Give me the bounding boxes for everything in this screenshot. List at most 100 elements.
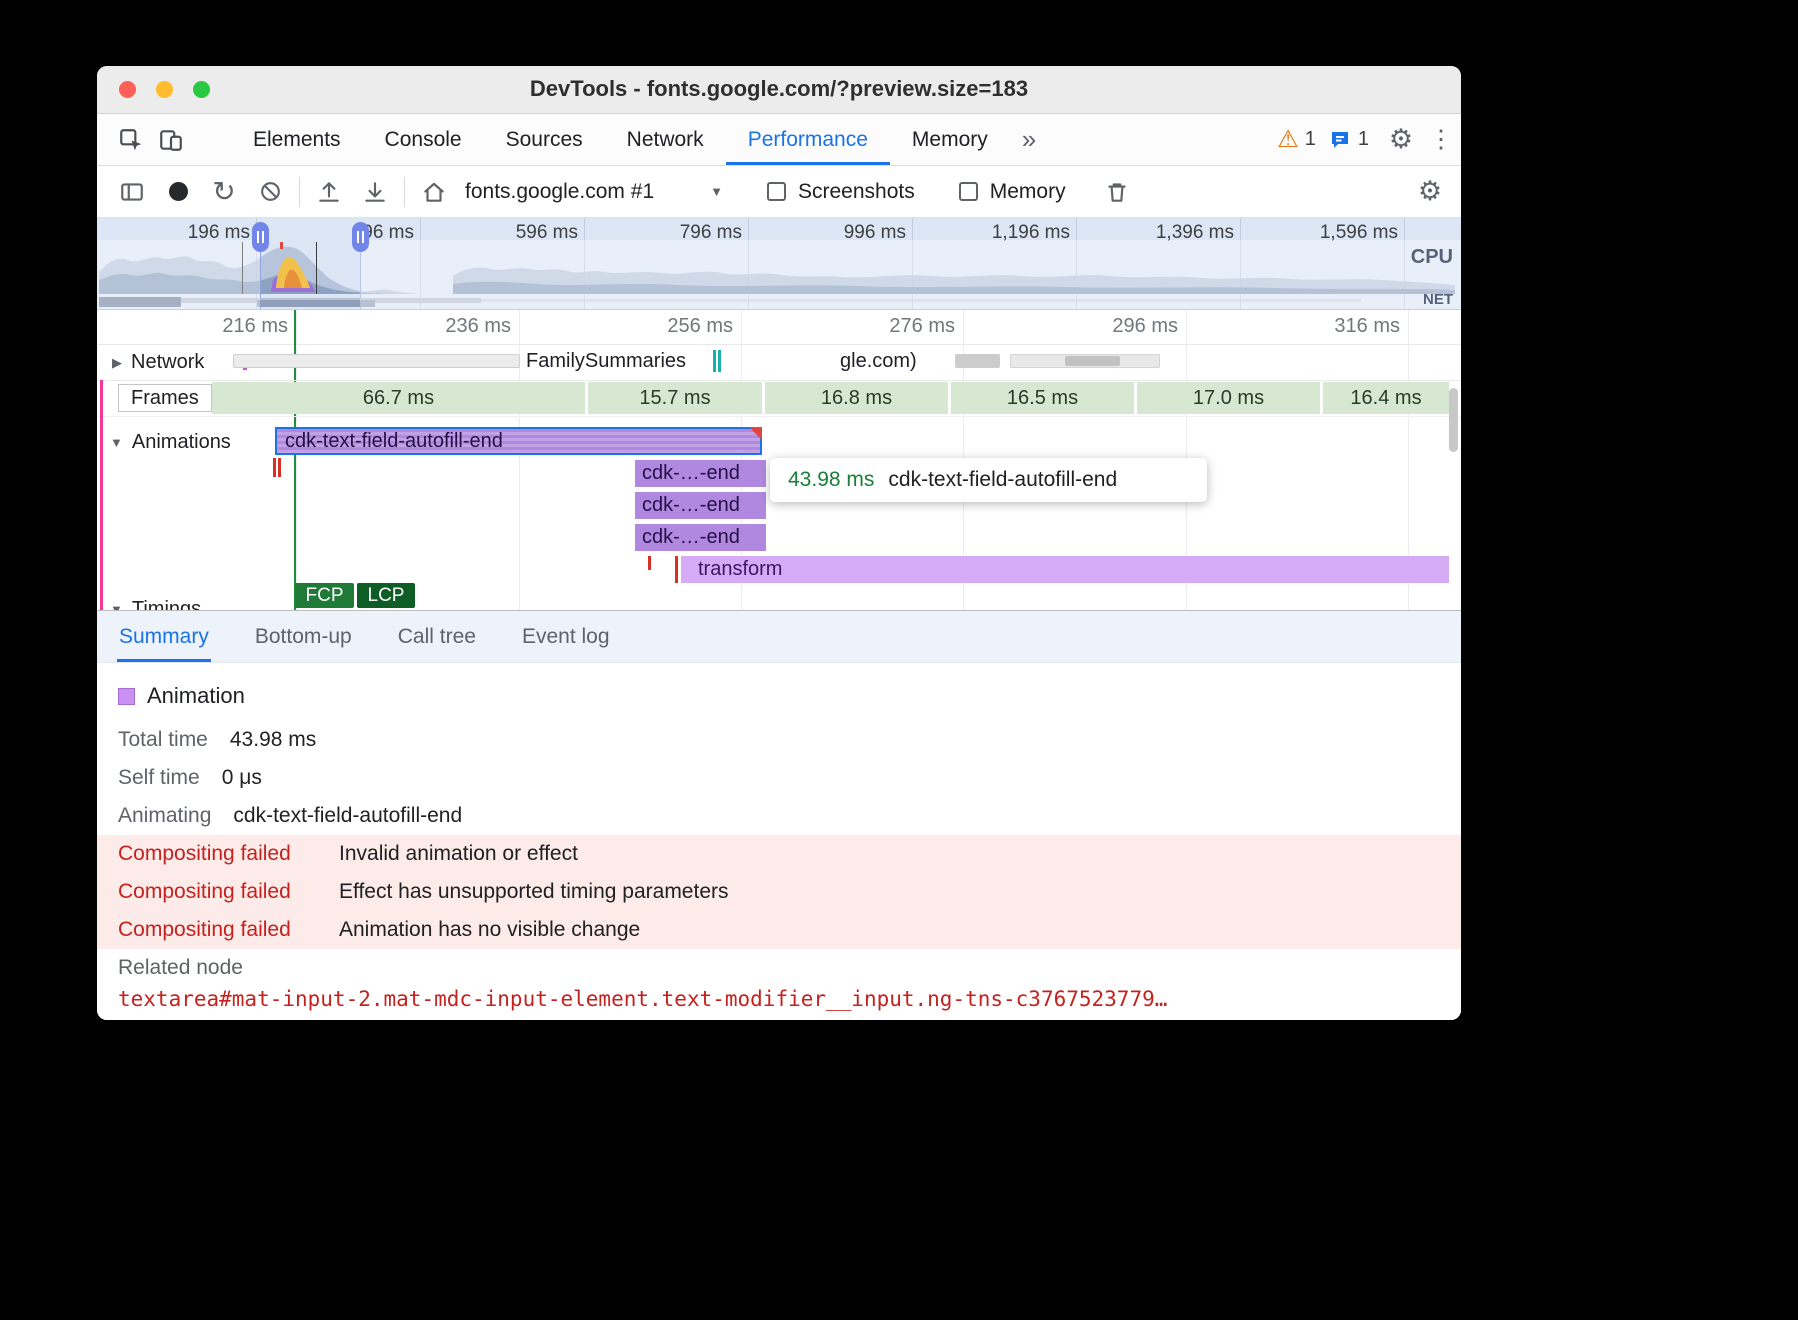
network-request-bar[interactable] bbox=[233, 354, 520, 368]
tab-console[interactable]: Console bbox=[363, 115, 484, 165]
network-request-bar-active bbox=[1065, 356, 1120, 366]
more-tabs-chevron-icon[interactable]: » bbox=[1010, 114, 1048, 165]
inspect-element-button[interactable] bbox=[111, 120, 151, 160]
collapsed-triangle-icon: ▶ bbox=[112, 355, 122, 371]
long-task-tick bbox=[280, 242, 283, 249]
warning-icon: ⚠ bbox=[1277, 128, 1299, 152]
panel-left-icon bbox=[119, 179, 145, 205]
ruler-label: 256 ms bbox=[623, 315, 733, 338]
tab-summary[interactable]: Summary bbox=[117, 611, 211, 662]
issues-count: 1 bbox=[1358, 128, 1369, 151]
capture-settings-button[interactable]: ⚙ bbox=[1407, 172, 1453, 212]
row-label: Total time bbox=[118, 728, 208, 752]
summary-content: Animation Total time 43.98 ms Self time … bbox=[97, 663, 1461, 1011]
network-track-header[interactable]: ▶ Network bbox=[112, 351, 204, 374]
tab-sources[interactable]: Sources bbox=[484, 115, 605, 165]
ruler-label: 296 ms bbox=[1068, 315, 1178, 338]
record-button[interactable] bbox=[155, 172, 201, 212]
drawer-tabbar: Summary Bottom-up Call tree Event log bbox=[97, 611, 1461, 663]
close-button[interactable] bbox=[119, 81, 136, 98]
memory-checkbox[interactable]: Memory bbox=[959, 180, 1066, 204]
profile-select[interactable]: fonts.google.com #1 ▼ bbox=[465, 180, 723, 204]
fcp-badge[interactable]: FCP bbox=[295, 583, 354, 608]
tab-call-tree[interactable]: Call tree bbox=[396, 611, 478, 662]
reload-and-record-button[interactable]: ↻ bbox=[201, 172, 247, 212]
settings-button[interactable]: ⚙ bbox=[1381, 120, 1421, 160]
frame-cell[interactable]: 16.5 ms bbox=[951, 382, 1134, 414]
animation-tick bbox=[273, 458, 276, 477]
overview-dim-left bbox=[97, 240, 260, 309]
summary-row-self-time: Self time 0 μs bbox=[118, 759, 1461, 797]
network-request-bar[interactable] bbox=[955, 354, 1000, 368]
frame-cell[interactable]: 17.0 ms bbox=[1137, 382, 1320, 414]
ruler-border bbox=[97, 344, 1461, 345]
animation-bar[interactable]: cdk-…-end bbox=[635, 524, 766, 551]
warning-message: Animation has no visible change bbox=[339, 918, 640, 942]
reload-icon: ↻ bbox=[212, 178, 235, 206]
compositing-warning-row: Compositing failed Invalid animation or … bbox=[97, 835, 1461, 873]
transform-animation-bar[interactable]: transform bbox=[681, 556, 1449, 583]
tooltip-duration: 43.98 ms bbox=[788, 468, 874, 492]
vertical-scrollbar[interactable] bbox=[1449, 388, 1458, 452]
screenshots-checkbox[interactable]: Screenshots bbox=[767, 180, 915, 204]
animation-bar[interactable]: cdk-…-end bbox=[635, 492, 766, 519]
trash-icon bbox=[1104, 179, 1130, 205]
network-request-tick[interactable] bbox=[718, 350, 721, 372]
main-menu-button[interactable]: ⋮ bbox=[1421, 120, 1461, 160]
animation-bar-selected[interactable]: cdk-text-field-autofill-end bbox=[275, 427, 762, 455]
network-request-tick[interactable] bbox=[713, 350, 716, 372]
timings-track-header[interactable]: ▼ Timings bbox=[110, 598, 201, 610]
warning-label: Compositing failed bbox=[118, 880, 339, 904]
profile-name: fonts.google.com #1 bbox=[465, 180, 654, 204]
load-profile-button[interactable] bbox=[306, 172, 352, 212]
toolbar-divider bbox=[404, 177, 405, 207]
selection-handle-left[interactable] bbox=[252, 222, 269, 252]
tab-elements[interactable]: Elements bbox=[231, 115, 363, 165]
selection-handle-right[interactable] bbox=[352, 222, 369, 252]
frame-cell[interactable]: 66.7 ms bbox=[212, 382, 585, 414]
frame-cell[interactable]: 15.7 ms bbox=[588, 382, 762, 414]
clear-icon bbox=[258, 179, 283, 204]
checkbox-icon bbox=[767, 182, 786, 201]
clear-button[interactable] bbox=[247, 172, 293, 212]
desktop: DevTools - fonts.google.com/?preview.siz… bbox=[0, 0, 1798, 1320]
download-icon bbox=[362, 179, 388, 205]
timeline-overview[interactable]: 196 ms 396 ms 596 ms 796 ms 996 ms 1,196… bbox=[97, 218, 1461, 310]
zoom-button[interactable] bbox=[193, 81, 210, 98]
frame-cell[interactable]: 16.4 ms bbox=[1323, 382, 1449, 414]
warning-label: Compositing failed bbox=[118, 918, 339, 942]
collect-garbage-button[interactable] bbox=[1094, 172, 1140, 212]
issues-bubble-icon bbox=[1328, 128, 1352, 152]
overview-time-label: 796 ms bbox=[622, 222, 742, 244]
warnings-indicator[interactable]: ⚠ 1 bbox=[1277, 114, 1316, 165]
tab-memory[interactable]: Memory bbox=[890, 115, 1010, 165]
lcp-badge[interactable]: LCP bbox=[357, 583, 415, 608]
warning-message: Invalid animation or effect bbox=[339, 842, 578, 866]
animation-bar[interactable]: cdk-…-end bbox=[635, 460, 766, 487]
overview-dim-right bbox=[360, 240, 1461, 309]
live-metrics-button[interactable] bbox=[411, 172, 457, 212]
tab-bottom-up[interactable]: Bottom-up bbox=[253, 611, 354, 662]
device-toolbar-button[interactable] bbox=[151, 120, 191, 160]
minimize-button[interactable] bbox=[156, 81, 173, 98]
ruler-label: 216 ms bbox=[178, 315, 288, 338]
performance-toolbar: ↻ bbox=[97, 166, 1461, 218]
frames-track-header[interactable]: Frames bbox=[118, 384, 212, 412]
save-profile-button[interactable] bbox=[352, 172, 398, 212]
tab-network[interactable]: Network bbox=[605, 115, 726, 165]
issues-indicator[interactable]: 1 bbox=[1328, 114, 1369, 165]
caret-down-icon: ▼ bbox=[710, 184, 723, 199]
details-drawer: Summary Bottom-up Call tree Event log An… bbox=[97, 610, 1461, 1020]
event-title: Animation bbox=[147, 683, 245, 709]
devtools-tabbar: Elements Console Sources Network Perform… bbox=[97, 114, 1461, 166]
related-node-link[interactable]: textarea#mat-input-2.mat-mdc-input-eleme… bbox=[118, 987, 1461, 1011]
tab-performance[interactable]: Performance bbox=[726, 115, 890, 165]
expanded-triangle-icon: ▼ bbox=[110, 435, 123, 450]
tab-event-log[interactable]: Event log bbox=[520, 611, 612, 662]
toggle-sidebar-button[interactable] bbox=[109, 172, 155, 212]
overview-time-label: 196 ms bbox=[130, 222, 250, 244]
upload-icon bbox=[316, 179, 342, 205]
checkbox-icon bbox=[959, 182, 978, 201]
frame-cell[interactable]: 16.8 ms bbox=[765, 382, 948, 414]
animations-track-header[interactable]: ▼ Animations bbox=[110, 431, 231, 454]
